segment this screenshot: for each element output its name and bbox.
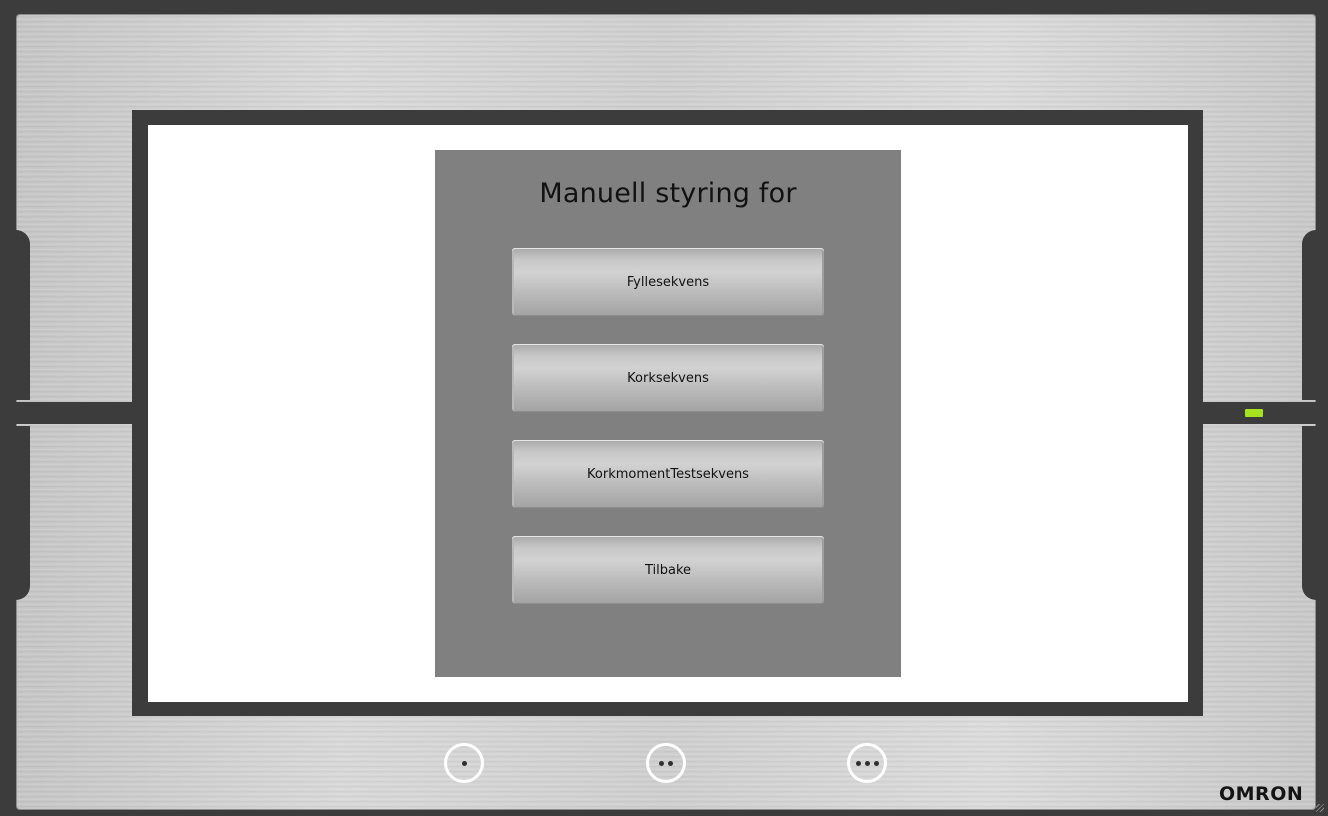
status-led-indicator (1245, 409, 1263, 417)
dot-icon (873, 760, 879, 766)
left-side-notch-upper (16, 230, 30, 400)
function-key-1[interactable] (444, 743, 484, 783)
right-side-notch-lower (1302, 426, 1316, 600)
fill-sequence-button[interactable]: Fyllesekvens (512, 248, 824, 316)
function-key-2[interactable] (646, 743, 686, 783)
resize-grip-icon (1316, 804, 1324, 812)
manual-control-panel: Manuell styring for Fyllesekvens Korksek… (435, 150, 901, 677)
hmi-screen: Manuell styring for Fyllesekvens Korksek… (148, 125, 1188, 702)
cork-sequence-button[interactable]: Korksekvens (512, 344, 824, 412)
left-side-notch-lower (16, 426, 30, 600)
dot-icon (461, 760, 467, 766)
function-key-3[interactable] (847, 743, 887, 783)
cork-torque-test-sequence-button[interactable]: KorkmomentTestsekvens (512, 440, 824, 508)
brand-logo: OMRON (1219, 783, 1304, 805)
back-button[interactable]: Tilbake (512, 536, 824, 604)
panel-title: Manuell styring for (539, 178, 797, 209)
dot-icon (668, 760, 673, 766)
dot-icon (659, 760, 664, 766)
dot-icon (864, 760, 870, 766)
left-side-band (16, 402, 136, 424)
right-side-notch-upper (1302, 230, 1316, 400)
dot-icon (855, 760, 861, 766)
